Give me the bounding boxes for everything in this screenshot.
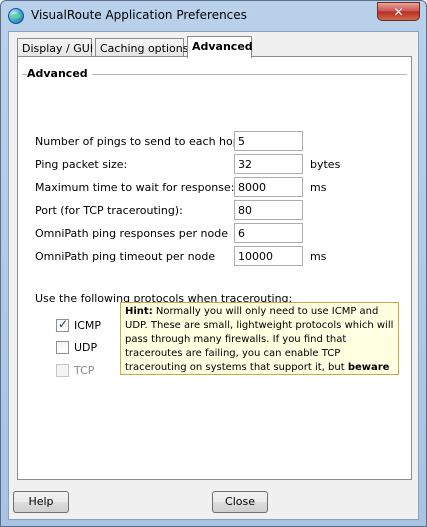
omnipath-timeout-label: OmniPath ping timeout per node: [35, 250, 216, 263]
max-wait-input[interactable]: [234, 177, 303, 197]
window-title: VisualRoute Application Preferences: [31, 8, 247, 22]
tcp-label: TCP: [74, 364, 95, 377]
advanced-panel: Advanced Number of pings to send to each…: [17, 56, 412, 480]
help-button[interactable]: Help: [13, 491, 69, 513]
tab-display-gui[interactable]: Display / GUI: [17, 38, 93, 57]
packet-size-label: Ping packet size:: [35, 158, 128, 171]
omnipath-timeout-unit: ms: [310, 250, 327, 263]
title-bar[interactable]: VisualRoute Application Preferences ✕: [1, 1, 426, 31]
visualroute-globe-icon: [8, 8, 24, 24]
omnipath-timeout-input[interactable]: [234, 246, 303, 266]
hint-prefix: Hint:: [125, 306, 153, 317]
packet-size-input[interactable]: [234, 154, 303, 174]
section-title: Advanced: [27, 67, 92, 80]
dialog-client-area: Display / GUI Caching options Advanced A…: [8, 31, 419, 520]
hint-beware: beware: [347, 362, 390, 373]
tcp-port-label: Port (for TCP tracerouting):: [35, 204, 183, 217]
max-wait-label: Maximum time to wait for response:: [35, 181, 235, 194]
icmp-label: ICMP: [74, 319, 102, 332]
tcp-port-input[interactable]: [234, 200, 303, 220]
max-wait-unit: ms: [310, 181, 327, 194]
omnipath-responses-label: OmniPath ping responses per node: [35, 227, 228, 240]
tab-advanced[interactable]: Advanced: [187, 36, 253, 58]
preferences-window: VisualRoute Application Preferences ✕ Di…: [0, 0, 427, 527]
window-close-button[interactable]: ✕: [377, 2, 420, 21]
pings-per-hop-input[interactable]: [234, 131, 303, 151]
pings-per-hop-label: Number of pings to send to each hop:: [35, 135, 244, 148]
omnipath-responses-input[interactable]: [234, 223, 303, 243]
hint-tooltip: Hint: Normally you will only need to use…: [120, 302, 399, 375]
close-button[interactable]: Close: [212, 491, 268, 513]
packet-size-unit: bytes: [310, 158, 341, 171]
udp-checkbox[interactable]: [56, 341, 69, 354]
udp-label: UDP: [74, 341, 98, 354]
tab-caching-options[interactable]: Caching options: [95, 38, 188, 57]
tcp-checkbox: [56, 364, 69, 377]
icmp-checkbox[interactable]: [56, 317, 69, 332]
